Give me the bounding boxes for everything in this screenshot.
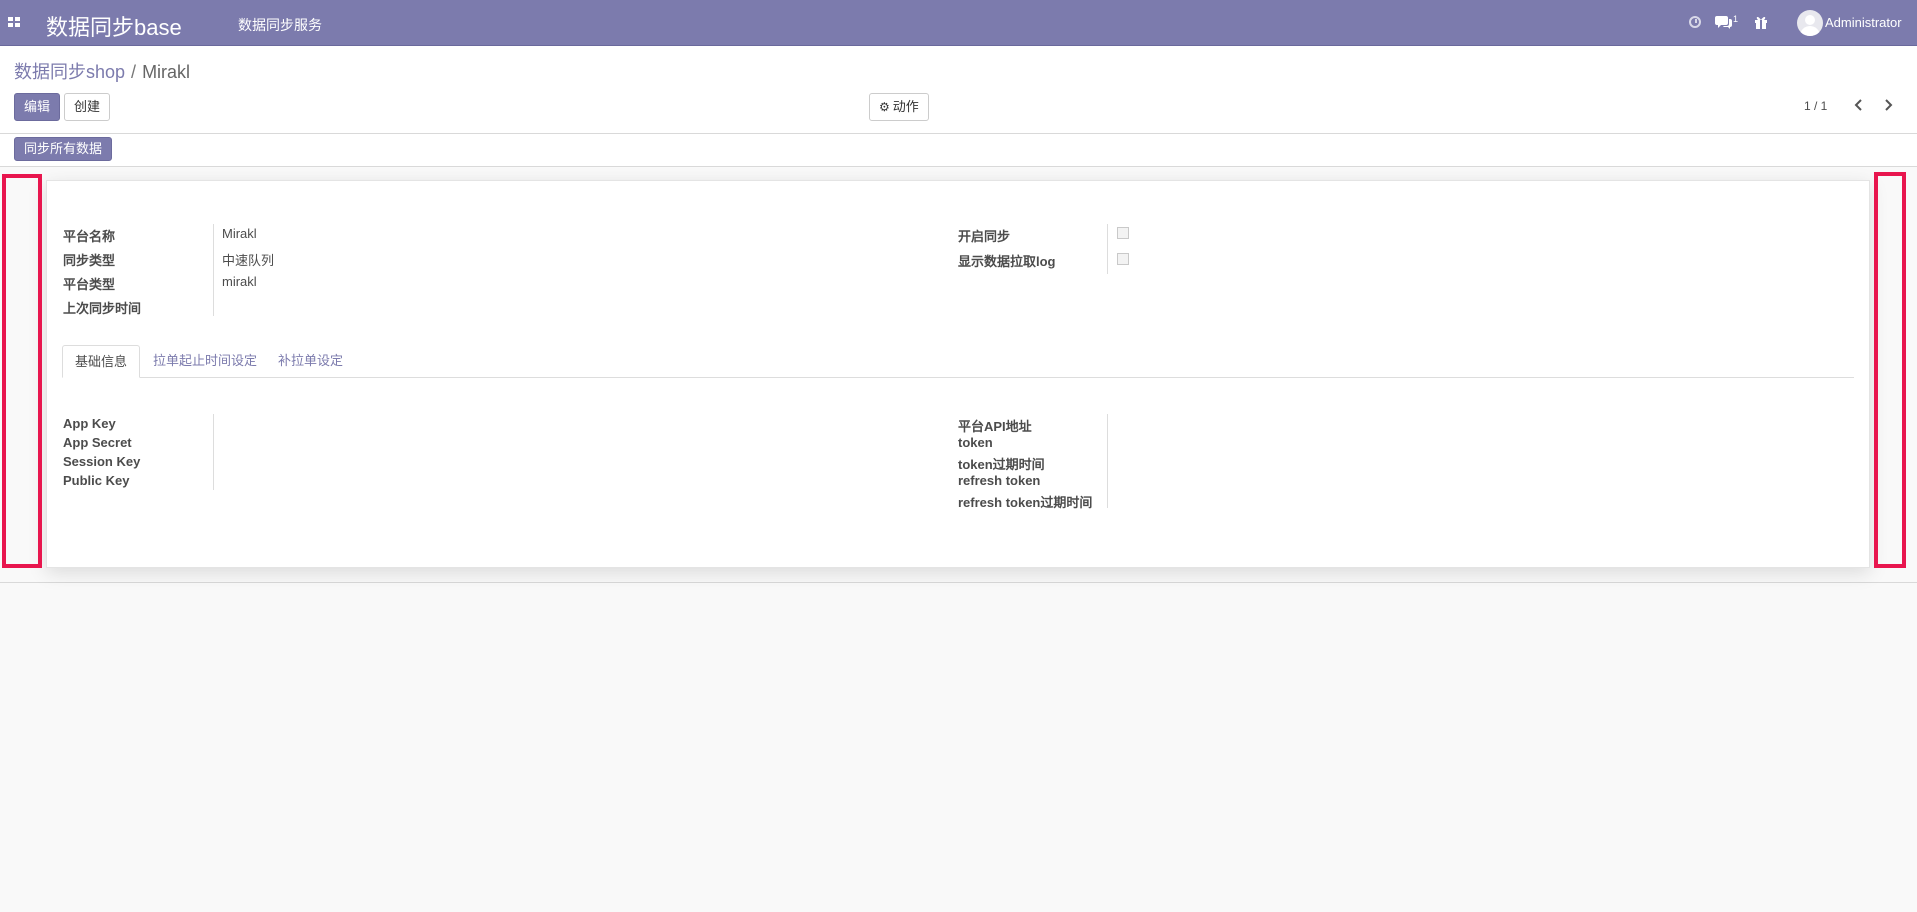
- pager-value[interactable]: 1 / 1: [1804, 99, 1827, 113]
- form-statusbar: 同步所有数据: [0, 134, 1917, 167]
- field-label-platform-api-url: 平台API地址: [958, 419, 1032, 434]
- field-label-refresh-token-expiry: refresh token过期时间: [958, 495, 1093, 510]
- field-divider: [213, 224, 214, 316]
- field-label-token-expiry: token过期时间: [958, 457, 1045, 472]
- tab-pull-time-settings[interactable]: 拉单起止时间设定: [141, 345, 269, 377]
- clock-icon[interactable]: [1689, 16, 1701, 28]
- breadcrumb-current: Mirakl: [142, 62, 191, 82]
- grid-icon[interactable]: [8, 17, 21, 28]
- chat-badge: 1: [1733, 14, 1739, 24]
- field-label-session-key: Session Key: [63, 454, 141, 469]
- menu-item-sync-service[interactable]: 数据同步服务: [238, 15, 322, 35]
- field-label-token: token: [958, 435, 993, 450]
- create-button[interactable]: 创建: [64, 93, 111, 121]
- action-button[interactable]: ⚙ 动作: [869, 93, 929, 121]
- tab-basic-info[interactable]: 基础信息: [62, 345, 141, 378]
- notebook-tabs: 基础信息 拉单起止时间设定 补拉单设定: [62, 345, 1854, 378]
- field-divider: [213, 414, 214, 490]
- highlight-box-left: [2, 174, 42, 568]
- chat-icon[interactable]: [1715, 14, 1733, 30]
- breadcrumb-separator: /: [131, 62, 137, 82]
- field-label-app-key: App Key: [63, 416, 116, 431]
- action-button-label: 动作: [892, 99, 919, 114]
- highlight-box-right: [1874, 172, 1906, 568]
- chevron-left-icon[interactable]: [1853, 98, 1865, 112]
- field-label-public-key: Public Key: [63, 473, 130, 488]
- breadcrumb: 数据同步shop / Mirakl: [14, 58, 190, 84]
- show-log-checkbox[interactable]: [1117, 253, 1129, 265]
- field-label-refresh-token: refresh token: [958, 473, 1041, 488]
- field-label-sync-type: 同步类型: [63, 253, 116, 268]
- field-label-platform-name: 平台名称: [63, 229, 116, 244]
- field-value-platform-type[interactable]: mirakl: [222, 274, 257, 289]
- field-label-platform-type: 平台类型: [63, 277, 116, 292]
- enable-sync-checkbox[interactable]: [1117, 227, 1129, 239]
- field-label-app-secret: App Secret: [63, 435, 132, 450]
- field-divider: [1107, 414, 1108, 508]
- field-value-sync-type[interactable]: 中速队列: [222, 250, 274, 269]
- control-panel: 数据同步shop / Mirakl 编辑 创建 ⚙ 动作 1 / 1: [0, 46, 1917, 134]
- app-brand: 数据同步base: [46, 15, 182, 40]
- field-value-platform-name[interactable]: Mirakl: [222, 226, 257, 241]
- chevron-right-icon[interactable]: [1882, 98, 1894, 112]
- field-label-enable-sync: 开启同步: [958, 229, 1011, 244]
- sync-all-button[interactable]: 同步所有数据: [14, 137, 113, 161]
- breadcrumb-parent-link[interactable]: 数据同步shop: [14, 62, 125, 82]
- field-divider: [1107, 224, 1108, 274]
- edit-button[interactable]: 编辑: [14, 93, 61, 121]
- gift-icon[interactable]: [1753, 14, 1769, 30]
- field-label-show-log: 显示数据拉取log: [958, 254, 1056, 269]
- user-avatar[interactable]: [1797, 10, 1823, 36]
- field-label-last-sync-time: 上次同步时间: [63, 301, 142, 316]
- top-navbar: 数据同步base 数据同步服务 1 Administrator: [0, 0, 1917, 46]
- gear-icon: ⚙: [879, 100, 890, 114]
- user-name[interactable]: Administrator: [1825, 15, 1902, 30]
- tab-supplement-settings[interactable]: 补拉单设定: [266, 345, 355, 377]
